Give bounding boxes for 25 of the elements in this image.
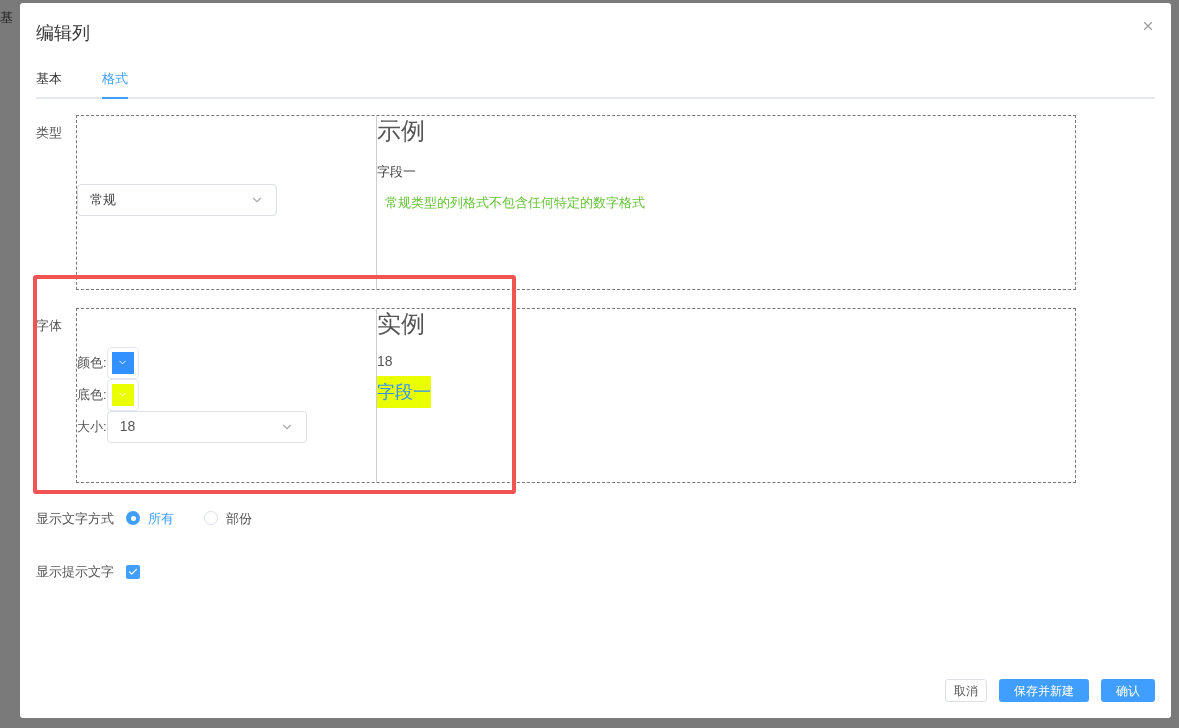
close-icon[interactable]: [1141, 19, 1155, 33]
background-text: 基: [0, 9, 13, 27]
preview-title: 示例: [377, 115, 426, 146]
tab[interactable]: 基本: [36, 69, 62, 99]
check-icon: [128, 566, 138, 577]
field-label: 大小:: [77, 417, 107, 436]
type-select[interactable]: 常规: [77, 183, 277, 216]
size-select[interactable]: 18: [106, 410, 307, 443]
format-description: 常规类型的列格式不包含任何特定的数字格式: [385, 194, 645, 212]
field-label: 显示提示文字: [36, 563, 114, 581]
radio-option[interactable]: 部份: [204, 508, 252, 528]
preview-field: 字段一: [377, 161, 645, 181]
field-label: 颜色:: [77, 353, 107, 372]
dialog-title: 编辑列: [36, 22, 90, 45]
field-label: 底色:: [77, 385, 107, 404]
radio-button[interactable]: [126, 511, 140, 526]
field-label: 字体: [36, 316, 63, 335]
preview-field: 字段一: [377, 375, 431, 408]
field-label: 类型: [36, 123, 63, 142]
radio-button[interactable]: [204, 511, 218, 526]
checkbox[interactable]: [126, 564, 140, 579]
dialog-button[interactable]: 取消: [945, 679, 987, 702]
field-label: 显示文字方式: [36, 509, 114, 528]
preview-title: 实例: [377, 308, 425, 339]
preview-size: 18: [377, 351, 393, 371]
